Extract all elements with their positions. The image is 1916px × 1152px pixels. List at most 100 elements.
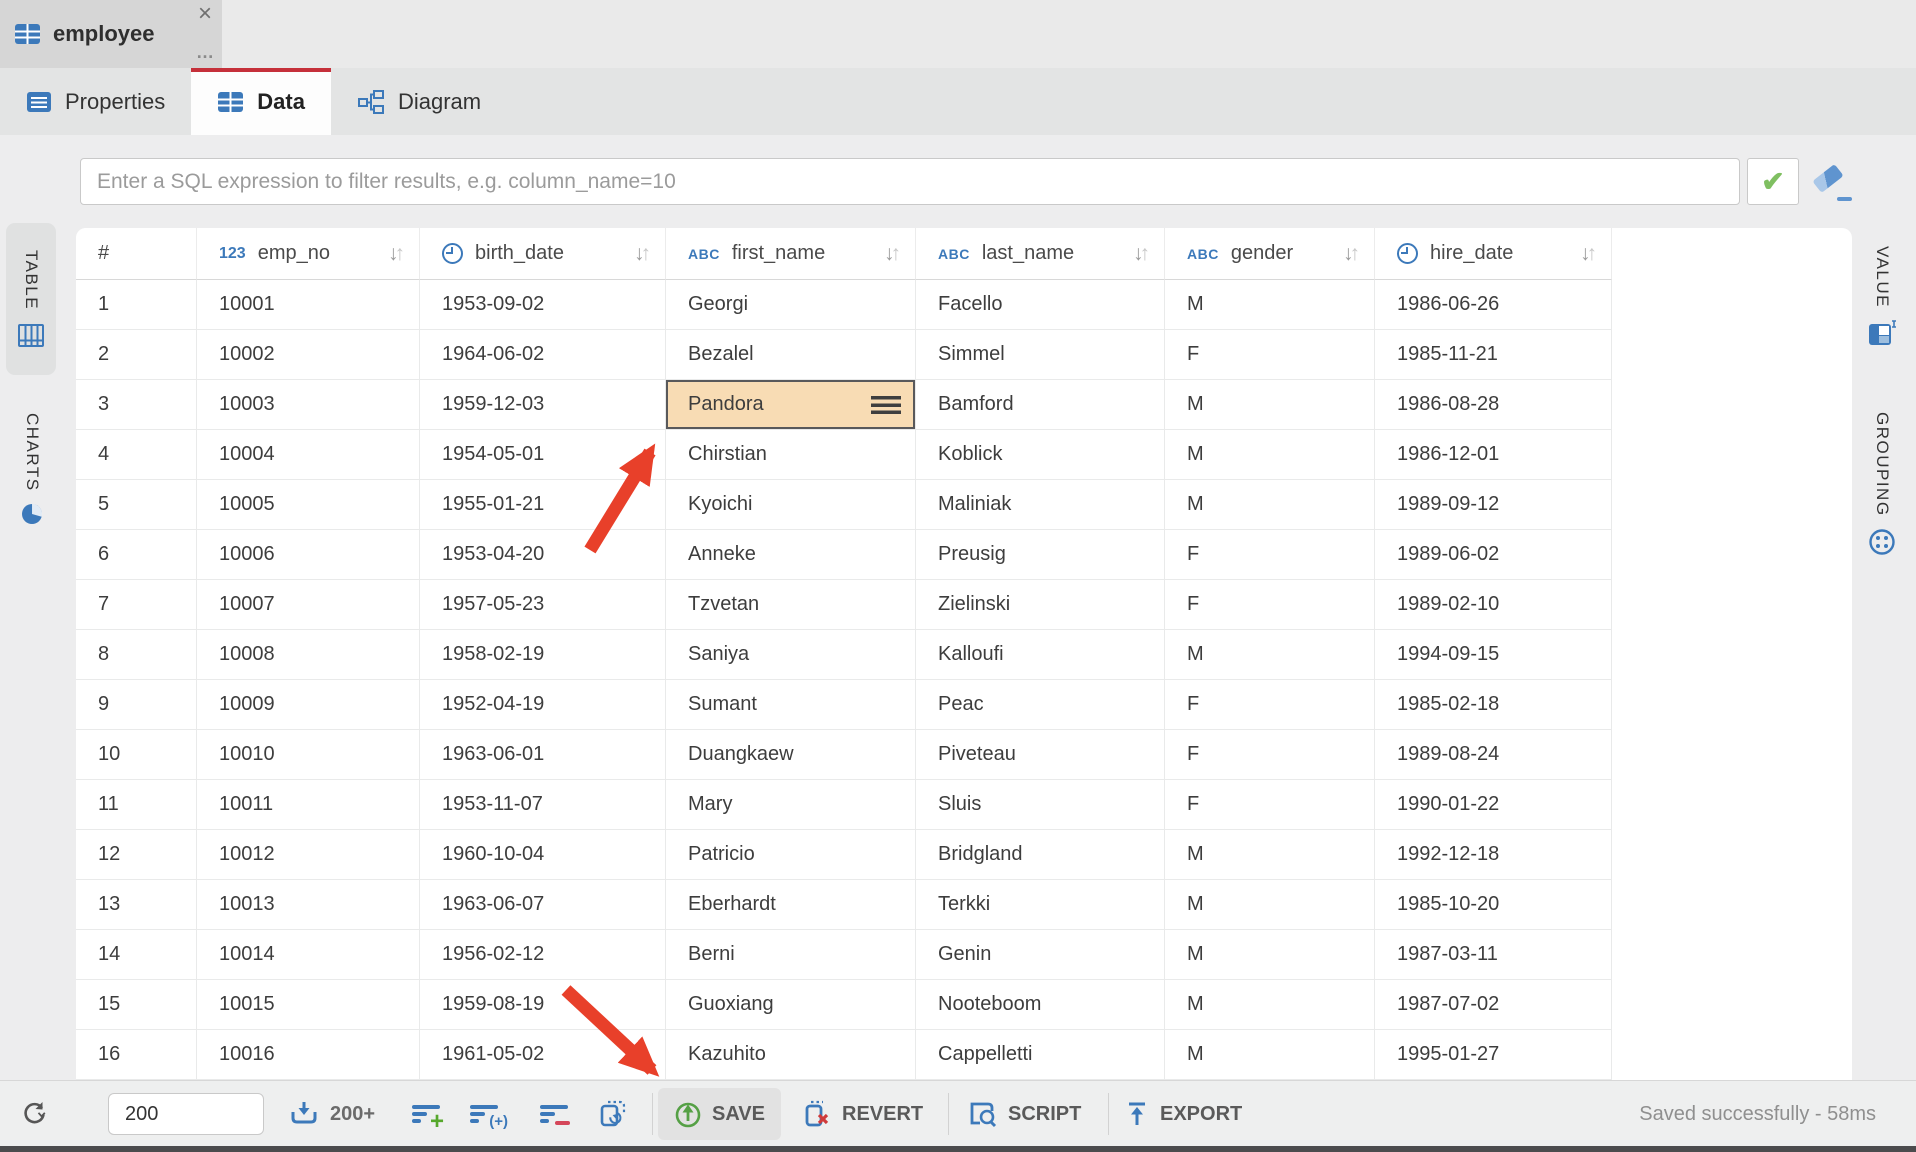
table-cell[interactable]: Saniya [666,630,916,680]
table-cell[interactable]: Piveteau [916,730,1165,780]
table-cell[interactable]: 1959-12-03 [420,380,666,430]
table-cell[interactable]: 1989-02-10 [1375,580,1612,630]
table-cell[interactable]: F [1165,330,1375,380]
table-cell[interactable]: Anneke [666,530,916,580]
row-number-cell[interactable]: 10 [76,730,197,780]
table-cell[interactable]: 1961-05-02 [420,1030,666,1080]
table-cell[interactable]: 1992-12-18 [1375,830,1612,880]
column-header-gender[interactable]: ABCgender↓↑ [1165,228,1375,280]
column-header-hire_date[interactable]: hire_date↓↑ [1375,228,1612,280]
table-cell[interactable]: 10009 [197,680,420,730]
row-number-cell[interactable]: 6 [76,530,197,580]
table-cell[interactable]: Bamford [916,380,1165,430]
table-cell[interactable]: F [1165,580,1375,630]
apply-filter-button[interactable]: ✔ [1747,158,1799,205]
table-cell[interactable]: 1989-06-02 [1375,530,1612,580]
row-number-cell[interactable]: 16 [76,1030,197,1080]
close-tab-icon[interactable]: × [198,2,212,26]
table-cell[interactable]: 10008 [197,630,420,680]
clear-filter-button[interactable] [1812,165,1852,201]
table-cell[interactable]: 1989-09-12 [1375,480,1612,530]
delete-row-button[interactable] [540,1088,568,1140]
column-header-last_name[interactable]: ABClast_name↓↑ [916,228,1165,280]
table-cell[interactable]: M [1165,880,1375,930]
table-cell[interactable]: Terkki [916,880,1165,930]
table-cell[interactable]: Eberhardt [666,880,916,930]
side-tab-grouping[interactable]: GROUPING [1856,378,1908,590]
table-cell[interactable]: 10005 [197,480,420,530]
table-cell[interactable]: Bezalel [666,330,916,380]
row-number-cell[interactable]: 5 [76,480,197,530]
column-header-first_name[interactable]: ABCfirst_name↓↑ [666,228,916,280]
row-number-cell[interactable]: 12 [76,830,197,880]
table-cell[interactable]: 1956-02-12 [420,930,666,980]
table-cell[interactable]: M [1165,930,1375,980]
table-cell[interactable]: Simmel [916,330,1165,380]
table-cell[interactable]: 1953-04-20 [420,530,666,580]
row-number-cell[interactable]: 9 [76,680,197,730]
cell-menu-icon[interactable] [871,396,901,414]
sort-arrows-icon[interactable]: ↓↑ [388,244,405,264]
table-cell[interactable]: 10007 [197,580,420,630]
table-cell[interactable]: 1987-03-11 [1375,930,1612,980]
row-number-cell[interactable]: 4 [76,430,197,480]
add-row-button[interactable]: + [412,1088,440,1140]
table-cell[interactable]: Tzvetan [666,580,916,630]
table-cell[interactable]: Georgi [666,280,916,330]
table-cell[interactable]: Duangkaew [666,730,916,780]
sort-arrows-icon[interactable]: ↓↑ [1343,244,1360,264]
side-tab-value[interactable]: VALUE [1856,222,1908,370]
table-cell[interactable]: Koblick [916,430,1165,480]
table-cell[interactable]: 10003 [197,380,420,430]
table-cell[interactable]: Bridgland [916,830,1165,880]
table-cell[interactable]: Facello [916,280,1165,330]
table-cell[interactable]: Zielinski [916,580,1165,630]
column-header-emp_no[interactable]: 123emp_no↓↑ [197,228,420,280]
table-cell[interactable]: 1957-05-23 [420,580,666,630]
table-cell[interactable]: 10016 [197,1030,420,1080]
table-cell[interactable]: 10010 [197,730,420,780]
table-cell[interactable]: 1986-06-26 [1375,280,1612,330]
table-cell[interactable]: 1986-08-28 [1375,380,1612,430]
table-cell[interactable]: Pandora [666,380,916,430]
row-number-cell[interactable]: 13 [76,880,197,930]
table-cell[interactable]: Chirstian [666,430,916,480]
row-number-cell[interactable]: 11 [76,780,197,830]
table-cell[interactable]: 10004 [197,430,420,480]
table-cell[interactable]: 1964-06-02 [420,330,666,380]
table-cell[interactable]: F [1165,780,1375,830]
save-button[interactable]: SAVE [658,1088,781,1140]
table-cell[interactable]: 10006 [197,530,420,580]
table-cell[interactable]: 10014 [197,930,420,980]
table-cell[interactable]: Maliniak [916,480,1165,530]
row-number-cell[interactable]: 14 [76,930,197,980]
table-cell[interactable]: Nooteboom [916,980,1165,1030]
edit-value-button[interactable] [598,1088,628,1140]
table-cell[interactable]: M [1165,430,1375,480]
table-cell[interactable]: M [1165,630,1375,680]
table-cell[interactable]: M [1165,1030,1375,1080]
sql-filter-input[interactable] [80,158,1740,205]
table-cell[interactable]: 1963-06-01 [420,730,666,780]
table-cell[interactable]: 1985-02-18 [1375,680,1612,730]
table-cell[interactable]: Berni [666,930,916,980]
duplicate-row-button[interactable]: (+) [470,1088,498,1140]
table-cell[interactable]: 1955-01-21 [420,480,666,530]
table-cell[interactable]: Genin [916,930,1165,980]
table-cell[interactable]: 1987-07-02 [1375,980,1612,1030]
script-button[interactable]: SCRIPT [966,1088,1081,1140]
table-cell[interactable]: 1995-01-27 [1375,1030,1612,1080]
fetch-size-input[interactable] [108,1093,264,1135]
row-number-cell[interactable]: 8 [76,630,197,680]
table-cell[interactable]: Mary [666,780,916,830]
row-number-cell[interactable]: 7 [76,580,197,630]
table-cell[interactable]: 1989-08-24 [1375,730,1612,780]
side-tab-table[interactable]: TABLE [6,223,56,375]
refresh-button[interactable] [20,1088,50,1140]
column-header-birth_date[interactable]: birth_date↓↑ [420,228,666,280]
table-cell[interactable]: M [1165,280,1375,330]
table-cell[interactable]: 1958-02-19 [420,630,666,680]
table-cell[interactable]: 1960-10-04 [420,830,666,880]
table-cell[interactable]: Kalloufi [916,630,1165,680]
sort-arrows-icon[interactable]: ↓↑ [884,244,901,264]
